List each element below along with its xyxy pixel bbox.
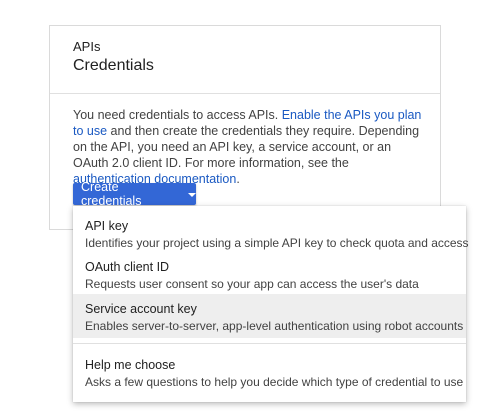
create-credentials-label: Create credentials — [81, 180, 142, 208]
menu-item-oauth-client-id[interactable]: OAuth client ID Requests user consent so… — [73, 259, 466, 292]
menu-item-description: Requests user consent so your app can ac… — [85, 277, 419, 291]
menu-item-title: Help me choose — [85, 358, 176, 372]
menu-item-help-me-choose[interactable]: Help me choose Asks a few questions to h… — [73, 357, 466, 390]
menu-item-title: API key — [85, 219, 129, 233]
menu-item-title: OAuth client ID — [85, 260, 170, 274]
page-title: Credentials — [73, 57, 154, 74]
card-header: APIs Credentials — [50, 26, 440, 92]
page: APIs Credentials You need credentials to… — [0, 0, 500, 411]
menu-item-api-key[interactable]: API key Identifies your project using a … — [73, 218, 469, 251]
menu-item-title: Service account key — [85, 302, 197, 316]
menu-item-service-account-key[interactable]: Service account key Enables server-to-se… — [73, 294, 466, 338]
menu-divider — [73, 343, 466, 344]
card-kicker: APIs — [73, 39, 101, 54]
caret-down-icon — [188, 192, 196, 197]
description-text-2: and then create the credentials they req… — [73, 124, 420, 170]
create-credentials-button[interactable]: Create credentials — [73, 180, 196, 208]
credentials-dropdown-menu: API key Identifies your project using a … — [73, 206, 469, 402]
card-description: You need credentials to access APIs. Ena… — [73, 107, 425, 187]
description-text-1: You need credentials to access APIs. — [73, 108, 282, 122]
card-divider — [50, 93, 440, 94]
description-text-3: . — [236, 172, 240, 186]
menu-item-description: Identifies your project using a simple A… — [85, 236, 469, 250]
menu-item-description: Asks a few questions to help you decide … — [85, 375, 464, 389]
credentials-card: APIs Credentials You need credentials to… — [49, 25, 441, 230]
menu-item-description: Enables server-to-server, app-level auth… — [85, 319, 464, 333]
